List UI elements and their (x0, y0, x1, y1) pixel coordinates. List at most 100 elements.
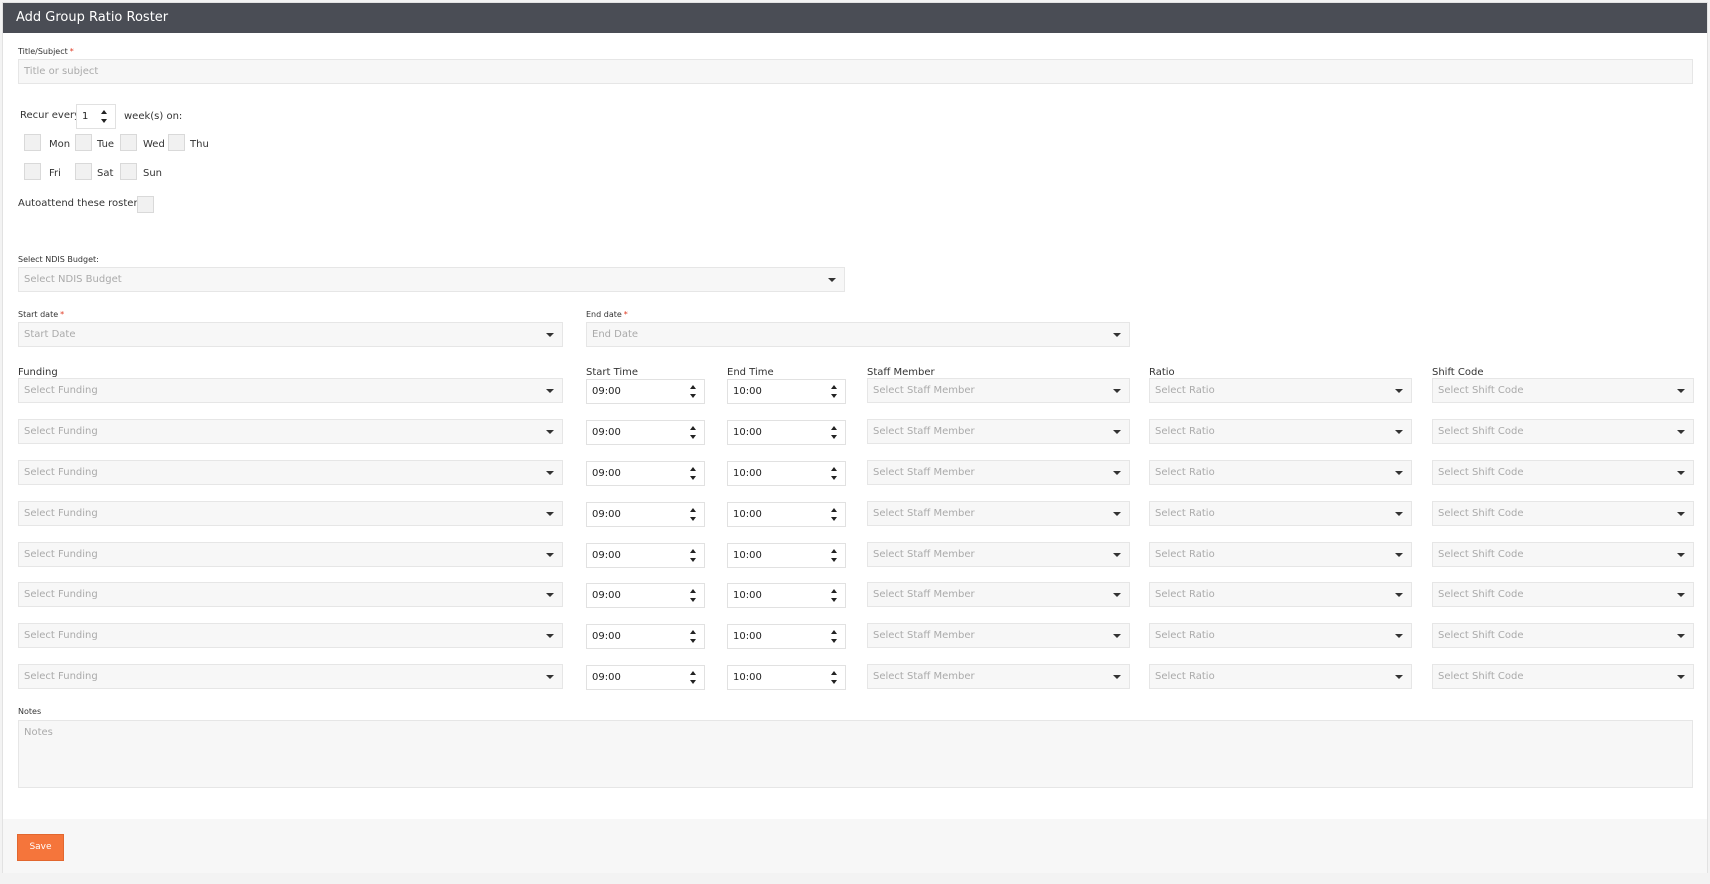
funding-select[interactable]: Select Funding (18, 501, 563, 526)
save-button[interactable]: Save (17, 834, 64, 861)
stepper-down-icon[interactable] (831, 598, 837, 602)
stepper-down-icon[interactable] (690, 680, 696, 684)
stepper-down-icon[interactable] (101, 119, 107, 123)
funding-select[interactable]: Select Funding (18, 542, 563, 567)
staff-member-select[interactable]: Select Staff Member (867, 623, 1130, 648)
title-input[interactable]: Title or subject (18, 59, 1693, 84)
start-time-stepper[interactable]: 09:00 (586, 461, 705, 486)
funding-select[interactable]: Select Funding (18, 664, 563, 689)
stepper-up-icon[interactable] (690, 426, 696, 430)
end-time-stepper[interactable]: 10:00 (727, 379, 846, 404)
start-time-stepper[interactable]: 09:00 (586, 583, 705, 608)
stepper-down-icon[interactable] (690, 639, 696, 643)
stepper-up-icon[interactable] (831, 549, 837, 553)
start-time-stepper[interactable]: 09:00 (586, 420, 705, 445)
stepper-down-icon[interactable] (690, 598, 696, 602)
start-time-stepper[interactable]: 09:00 (586, 665, 705, 690)
stepper-down-icon[interactable] (831, 680, 837, 684)
stepper-up-icon[interactable] (831, 385, 837, 389)
staff-member-select[interactable]: Select Staff Member (867, 664, 1130, 689)
start-time-stepper[interactable]: 09:00 (586, 379, 705, 404)
staff-member-select[interactable]: Select Staff Member (867, 460, 1130, 485)
start-date-select[interactable]: Start Date (18, 322, 563, 347)
start-time-stepper[interactable]: 09:00 (586, 543, 705, 568)
ratio-select[interactable]: Select Ratio (1149, 623, 1412, 648)
end-time-stepper[interactable]: 10:00 (727, 543, 846, 568)
ratio-select[interactable]: Select Ratio (1149, 582, 1412, 607)
day-label-thu: Thu (190, 139, 209, 150)
start-time-stepper[interactable]: 09:00 (586, 624, 705, 649)
checkbox-sat[interactable] (75, 163, 92, 180)
stepper-down-icon[interactable] (831, 558, 837, 562)
shift-code-select[interactable]: Select Shift Code (1432, 542, 1694, 567)
stepper-up-icon[interactable] (690, 467, 696, 471)
checkbox-mon[interactable] (24, 134, 41, 151)
stepper-down-icon[interactable] (831, 639, 837, 643)
stepper-up-icon[interactable] (690, 508, 696, 512)
recur-weeks-stepper[interactable]: 1 (76, 104, 116, 129)
staff-member-select[interactable]: Select Staff Member (867, 582, 1130, 607)
stepper-up-icon[interactable] (690, 630, 696, 634)
stepper-up-icon[interactable] (690, 385, 696, 389)
stepper-up-icon[interactable] (831, 589, 837, 593)
notes-textarea[interactable]: Notes (18, 720, 1693, 788)
stepper-down-icon[interactable] (690, 435, 696, 439)
stepper-up-icon[interactable] (831, 467, 837, 471)
shift-code-select[interactable]: Select Shift Code (1432, 582, 1694, 607)
funding-select[interactable]: Select Funding (18, 582, 563, 607)
ratio-select[interactable]: Select Ratio (1149, 378, 1412, 403)
shift-code-select[interactable]: Select Shift Code (1432, 501, 1694, 526)
stepper-up-icon[interactable] (831, 426, 837, 430)
end-time-stepper[interactable]: 10:00 (727, 502, 846, 527)
shift-code-select[interactable]: Select Shift Code (1432, 664, 1694, 689)
end-date-select[interactable]: End Date (586, 322, 1130, 347)
stepper-down-icon[interactable] (831, 394, 837, 398)
stepper-down-icon[interactable] (690, 394, 696, 398)
funding-select[interactable]: Select Funding (18, 378, 563, 403)
stepper-down-icon[interactable] (831, 476, 837, 480)
funding-select[interactable]: Select Funding (18, 419, 563, 444)
stepper-down-icon[interactable] (690, 476, 696, 480)
end-time-stepper[interactable]: 10:00 (727, 420, 846, 445)
funding-select[interactable]: Select Funding (18, 460, 563, 485)
checkbox-tue[interactable] (75, 134, 92, 151)
funding-select[interactable]: Select Funding (18, 623, 563, 648)
stepper-down-icon[interactable] (690, 517, 696, 521)
ratio-select[interactable]: Select Ratio (1149, 542, 1412, 567)
staff-member-select[interactable]: Select Staff Member (867, 501, 1130, 526)
stepper-down-icon[interactable] (831, 517, 837, 521)
shift-code-select[interactable]: Select Shift Code (1432, 378, 1694, 403)
stepper-down-icon[interactable] (690, 558, 696, 562)
checkbox-sun[interactable] (120, 163, 137, 180)
staff-member-select[interactable]: Select Staff Member (867, 542, 1130, 567)
stepper-up-icon[interactable] (101, 110, 107, 114)
autoattend-checkbox[interactable] (137, 196, 154, 213)
end-time-stepper[interactable]: 10:00 (727, 665, 846, 690)
checkbox-thu[interactable] (168, 134, 185, 151)
shift-code-select[interactable]: Select Shift Code (1432, 623, 1694, 648)
stepper-down-icon[interactable] (831, 435, 837, 439)
staff-member-select[interactable]: Select Staff Member (867, 378, 1130, 403)
shift-code-select-value: Select Shift Code (1438, 589, 1524, 600)
stepper-up-icon[interactable] (831, 671, 837, 675)
start-time-stepper[interactable]: 09:00 (586, 502, 705, 527)
end-time-stepper[interactable]: 10:00 (727, 583, 846, 608)
ratio-select[interactable]: Select Ratio (1149, 501, 1412, 526)
ratio-select[interactable]: Select Ratio (1149, 664, 1412, 689)
stepper-up-icon[interactable] (690, 549, 696, 553)
stepper-up-icon[interactable] (831, 508, 837, 512)
checkbox-wed[interactable] (120, 134, 137, 151)
shift-code-select[interactable]: Select Shift Code (1432, 419, 1694, 444)
ratio-select[interactable]: Select Ratio (1149, 419, 1412, 444)
end-time-stepper[interactable]: 10:00 (727, 624, 846, 649)
chevron-down-icon (1395, 593, 1403, 597)
stepper-up-icon[interactable] (690, 589, 696, 593)
stepper-up-icon[interactable] (831, 630, 837, 634)
ratio-select[interactable]: Select Ratio (1149, 460, 1412, 485)
stepper-up-icon[interactable] (690, 671, 696, 675)
staff-member-select[interactable]: Select Staff Member (867, 419, 1130, 444)
checkbox-fri[interactable] (24, 163, 41, 180)
end-time-stepper[interactable]: 10:00 (727, 461, 846, 486)
shift-code-select[interactable]: Select Shift Code (1432, 460, 1694, 485)
ndis-budget-select[interactable]: Select NDIS Budget (18, 267, 845, 292)
